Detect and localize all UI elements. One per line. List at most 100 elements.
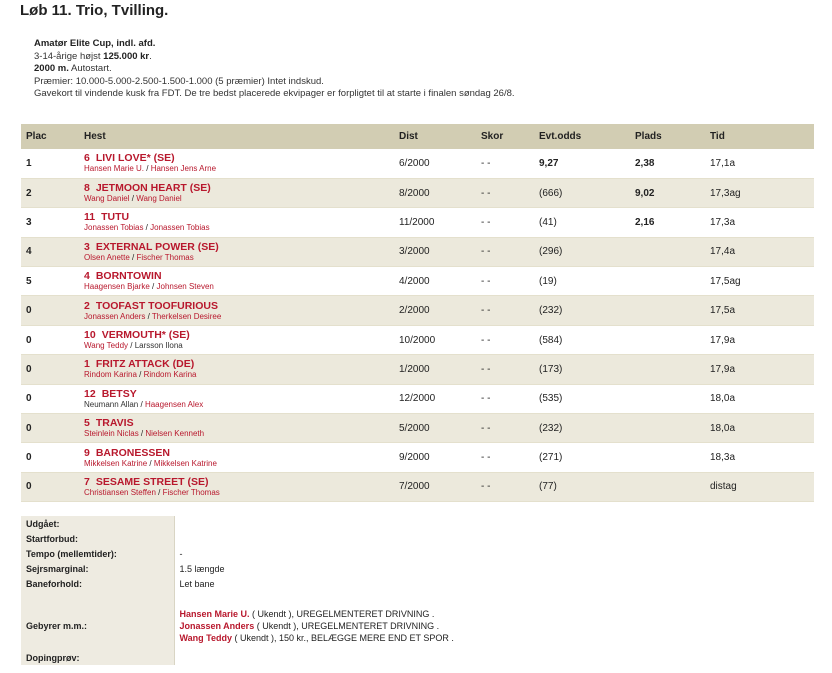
horse-link[interactable]: 4 BORNTOWIN	[84, 270, 389, 282]
horse-cell: 8 JETMOON HEART (SE) Wang Daniel / Wang Da…	[79, 178, 394, 209]
detail-row-udgaaet: Udgået:	[21, 516, 814, 531]
results-body: 1 6 LIVI LOVE* (SE) Hansen Marie U. / Hanse…	[21, 149, 814, 503]
trainer-link[interactable]: Hansen Jens Arne	[151, 164, 216, 173]
distance: 2/2000	[394, 295, 476, 326]
horse-link[interactable]: 7 SESAME STREET (SE)	[84, 476, 389, 488]
driver-link[interactable]: Steinlein Niclas	[84, 429, 139, 438]
results-header-row: Plac Hest Dist Skor Evt.odds Plads Tid	[21, 124, 814, 149]
driver-link[interactable]: Neumann Allan	[84, 400, 138, 409]
odds: (232)	[534, 413, 630, 444]
horse-link[interactable]: 8 JETMOON HEART (SE)	[84, 182, 389, 194]
horse-cell: 7 SESAME STREET (SE) Christiansen Steffen …	[79, 472, 394, 503]
driver-trainer: Steinlein Niclas / Nielsen Kenneth	[84, 429, 205, 439]
place-odds: 2,38	[630, 149, 705, 179]
trainer-link[interactable]: Fischer Thomas	[136, 253, 193, 262]
horse-cell: 3 EXTERNAL POWER (SE) Olsen Anette / Fisch…	[79, 237, 394, 268]
column-header-odds: Evt.odds	[534, 124, 630, 149]
driver-link[interactable]: Christiansen Steffen	[84, 488, 156, 497]
driver-link[interactable]: Jonassen Tobias	[84, 223, 143, 232]
horse-link[interactable]: 6 LIVI LOVE* (SE)	[84, 152, 389, 164]
start-number: 6	[84, 152, 90, 165]
placement: 0	[21, 472, 79, 503]
driver-link[interactable]: Mikkelsen Katrine	[84, 459, 147, 468]
column-header-skor: Skor	[476, 124, 534, 149]
trainer-link[interactable]: Wang Daniel	[136, 194, 182, 203]
startforbud-label: Startforbud:	[21, 531, 175, 546]
driver-link[interactable]: Wang Daniel	[84, 194, 130, 203]
result-row: 4 3 EXTERNAL POWER (SE) Olsen Anette / Fisc…	[21, 237, 814, 268]
baneforhold-value: Let bane	[174, 576, 814, 591]
place-odds	[630, 442, 705, 473]
skor: - -	[476, 472, 534, 503]
race-prizes: Præmier: 10.000-5.000-2.500-1.500-1.000 …	[34, 75, 324, 87]
horse-cell: 1 FRITZ ATTACK (DE) Rindom Karina / Rindom…	[79, 354, 394, 385]
driver-trainer: Jonassen Anders / Therkelsen Desiree	[84, 311, 222, 321]
skor: - -	[476, 295, 534, 326]
udgaaet-label: Udgået:	[21, 516, 175, 531]
driver-link[interactable]: Olsen Anette	[84, 253, 130, 262]
placement: 1	[21, 149, 79, 179]
horse-link[interactable]: 1 FRITZ ATTACK (DE)	[84, 358, 389, 370]
start-number: 8	[84, 182, 90, 195]
distance: 9/2000	[394, 442, 476, 473]
time: 18,3a	[705, 442, 814, 473]
horse-name: SESAME STREET (SE)	[95, 475, 209, 488]
distance: 4/2000	[394, 266, 476, 297]
start-number: 5	[84, 417, 90, 430]
driver-trainer: Hansen Marie U. / Hansen Jens Arne	[84, 164, 217, 174]
trainer-link[interactable]: Mikkelsen Katrine	[154, 459, 217, 468]
result-row: 1 6 LIVI LOVE* (SE) Hansen Marie U. / Hanse…	[21, 149, 814, 179]
horse-name: LIVI LOVE* (SE)	[95, 152, 175, 165]
column-header-plac: Plac	[21, 124, 79, 149]
driver-link[interactable]: Haagensen Bjarke	[84, 282, 150, 291]
trainer-link[interactable]: Rindom Karina	[144, 370, 197, 379]
gebyr-driver-link[interactable]: Wang Teddy	[180, 633, 233, 643]
distance: 11/2000	[394, 207, 476, 238]
sejrsmarginal-value: 1.5 længde	[174, 561, 814, 576]
trainer-link[interactable]: Therkelsen Desiree	[152, 312, 221, 321]
trainer-link[interactable]: Haagensen Alex	[145, 400, 203, 409]
tempo-value: -	[174, 546, 814, 561]
trainer-link[interactable]: Fischer Thomas	[163, 488, 220, 497]
result-row: 0 12 BETSY Neumann Allan / Haagensen Alex 12…	[21, 384, 814, 415]
distance: 10/2000	[394, 325, 476, 356]
gebyr-driver-link[interactable]: Hansen Marie U.	[180, 609, 250, 619]
result-row: 0 5 TRAVIS Steinlein Niclas / Nielsen Kenne…	[21, 413, 814, 444]
trainer-link[interactable]: Jonassen Tobias	[150, 223, 209, 232]
time: 17,5a	[705, 295, 814, 326]
place-odds: 2,16	[630, 207, 705, 238]
start-number: 11	[84, 211, 96, 224]
placement: 4	[21, 237, 79, 268]
horse-link[interactable]: 11 TUTU	[84, 211, 389, 223]
skor: - -	[476, 384, 534, 415]
detail-row-baneforhold: Baneforhold: Let bane	[21, 576, 814, 591]
driver-link[interactable]: Rindom Karina	[84, 370, 137, 379]
time: 17,9a	[705, 325, 814, 356]
driver-link[interactable]: Wang Teddy	[84, 341, 128, 350]
sejrsmarginal-label: Sejrsmarginal:	[21, 561, 175, 576]
horse-link[interactable]: 3 EXTERNAL POWER (SE)	[84, 241, 389, 253]
gebyr-driver-link[interactable]: Jonassen Anders	[180, 621, 255, 631]
horse-link[interactable]: 12 BETSY	[84, 388, 389, 400]
horse-link[interactable]: 9 BARONESSEN	[84, 447, 389, 459]
horse-link[interactable]: 5 TRAVIS	[84, 417, 389, 429]
placement: 0	[21, 413, 79, 444]
driver-trainer: Neumann Allan / Haagensen Alex	[84, 399, 204, 409]
odds: (232)	[534, 295, 630, 326]
race-conditions: 3-14-årige højst 125.000 kr.	[34, 50, 152, 62]
trainer-link[interactable]: Larsson Ilona	[135, 341, 183, 350]
driver-link[interactable]: Jonassen Anders	[84, 312, 145, 321]
trainer-link[interactable]: Nielsen Kenneth	[145, 429, 204, 438]
odds: (173)	[534, 354, 630, 385]
horse-cell: 5 TRAVIS Steinlein Niclas / Nielsen Kennet…	[79, 413, 394, 444]
trainer-link[interactable]: Johnsen Steven	[157, 282, 214, 291]
detail-row-sejrsmarginal: Sejrsmarginal: 1.5 længde	[21, 561, 814, 576]
driver-link[interactable]: Hansen Marie U.	[84, 164, 144, 173]
horse-link[interactable]: 10 VERMOUTH* (SE)	[84, 329, 389, 341]
skor: - -	[476, 413, 534, 444]
placement: 2	[21, 178, 79, 209]
dopingprov-value	[174, 650, 814, 665]
column-header-plads: Plads	[630, 124, 705, 149]
skor: - -	[476, 442, 534, 473]
horse-link[interactable]: 2 TOOFAST TOOFURIOUS	[84, 300, 389, 312]
